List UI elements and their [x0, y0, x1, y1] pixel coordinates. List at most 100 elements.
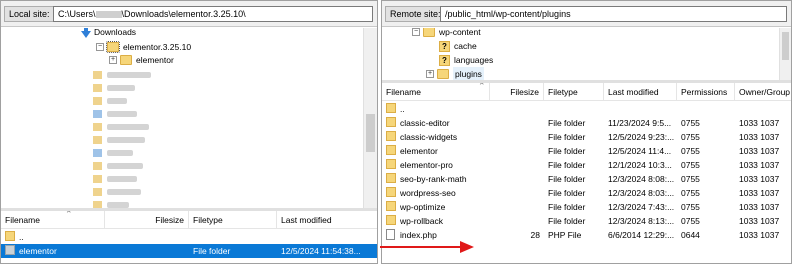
expand-toggle[interactable]: + — [109, 56, 117, 64]
local-list-header: Filename ⌃ Filesize Filetype Last modifi… — [1, 211, 377, 229]
unknown-folder-icon: ? — [439, 54, 450, 66]
list-item-permissions: 0755 — [681, 146, 700, 156]
list-item-type: File folder — [548, 174, 586, 184]
tree-item-elementor-root[interactable]: − elementor.3.25.10 — [96, 40, 191, 54]
list-item-owner: 1033 1037 — [739, 202, 780, 212]
redacted-folder — [93, 159, 143, 173]
list-item-name: wp-optimize — [400, 202, 446, 212]
list-item-name: elementor — [400, 146, 438, 156]
list-item-type: File folder — [548, 146, 586, 156]
scrollbar-thumb[interactable] — [366, 114, 375, 152]
list-item-modified: 12/3/2024 8:03:... — [608, 188, 675, 198]
list-item-permissions: 0755 — [681, 132, 700, 142]
list-item-type: File folder — [548, 202, 586, 212]
list-item-name: wp-rollback — [400, 216, 443, 226]
local-tree-scrollbar[interactable] — [363, 28, 377, 208]
list-item[interactable]: .. — [382, 102, 791, 116]
folder-icon — [386, 117, 396, 127]
list-item-type: File folder — [548, 132, 586, 142]
local-file-list: Filename ⌃ Filesize Filetype Last modifi… — [1, 211, 377, 263]
scrollbar-thumb[interactable] — [782, 32, 789, 60]
col-header-filetype[interactable]: Filetype — [189, 211, 277, 229]
list-item-elementor[interactable]: elementor File folder 12/5/2024 11:54:38… — [1, 244, 377, 258]
folder-icon — [386, 201, 396, 211]
list-item-permissions — [677, 102, 735, 116]
list-item[interactable]: seo-by-rank-math File folder 12/3/2024 8:0… — [382, 172, 791, 186]
list-item[interactable]: wp-optimize File folder 12/3/2024 7:43:...… — [382, 200, 791, 214]
list-item-name: seo-by-rank-math — [400, 174, 467, 184]
col-header-last-modified[interactable]: Last modified — [604, 83, 677, 101]
col-header-permissions[interactable]: Permissions — [677, 83, 735, 101]
redacted-folder — [93, 185, 141, 199]
list-item-owner: 1033 1037 — [739, 160, 780, 170]
list-item-modified: 12/5/2024 11:4... — [608, 146, 672, 156]
unknown-folder-icon: ? — [439, 40, 450, 52]
list-item-modified: 12/5/2024 11:54:38... — [281, 246, 361, 256]
list-item-parent[interactable]: .. — [1, 230, 377, 244]
list-item-size — [490, 158, 544, 172]
redacted-username — [95, 11, 122, 19]
collapse-toggle[interactable]: − — [412, 28, 420, 36]
list-item-modified: 12/3/2024 8:13:... — [608, 216, 675, 226]
list-item[interactable]: classic-widgets File folder 12/5/2024 9:23… — [382, 130, 791, 144]
tree-item-cache[interactable]: ? cache — [439, 39, 477, 53]
redacted-folder — [93, 198, 129, 208]
tree-label-downloads: Downloads — [94, 28, 137, 37]
col-header-last-modified[interactable]: Last modified — [277, 211, 377, 229]
local-site-bar: Local site: C:\Users\ \Downloads\elemento… — [1, 1, 377, 27]
list-item-permissions: 0755 — [681, 188, 700, 198]
list-item-name: elementor-pro — [400, 160, 453, 170]
list-item-name: classic-widgets — [400, 132, 458, 142]
tree-item-wp-content[interactable]: − wp-content — [412, 28, 481, 39]
list-item[interactable]: wp-rollback File folder 12/3/2024 8:13:...… — [382, 214, 791, 228]
list-item-owner — [735, 102, 791, 116]
expand-toggle[interactable]: + — [426, 70, 434, 78]
list-item[interactable]: classic-editor File folder 11/23/2024 9:5.… — [382, 116, 791, 130]
folder-icon — [437, 69, 449, 79]
download-arrow-icon — [81, 28, 91, 38]
tree-item-plugins[interactable]: + plugins — [426, 67, 484, 80]
tree-label-wp-content: wp-content — [439, 28, 481, 37]
folder-icon — [5, 245, 15, 255]
col-header-owner-group[interactable]: Owner/Group — [735, 83, 791, 101]
list-item[interactable]: elementor File folder 12/5/2024 11:4... 075… — [382, 144, 791, 158]
list-item-type: File folder — [548, 118, 586, 128]
col-header-filesize[interactable]: Filesize — [105, 211, 189, 229]
list-item-type — [544, 102, 604, 116]
col-header-filetype[interactable]: Filetype — [544, 83, 604, 101]
col-header-filesize[interactable]: Filesize — [490, 83, 544, 101]
list-item-size — [490, 172, 544, 186]
tree-item-languages[interactable]: ? languages — [439, 53, 493, 67]
list-item-type: PHP File — [548, 230, 582, 240]
list-item-owner: 1033 1037 — [739, 118, 780, 128]
local-path-input[interactable]: C:\Users\ \Downloads\elementor.3.25.10\ — [53, 6, 373, 22]
local-path-suffix: \Downloads\elementor.3.25.10\ — [121, 9, 246, 19]
list-item-type: File folder — [548, 188, 586, 198]
redacted-folder — [93, 107, 137, 121]
local-site-label: Local site: — [4, 6, 55, 22]
list-item-type: File folder — [548, 216, 586, 226]
tree-item-elementor[interactable]: + elementor — [109, 53, 174, 67]
remote-path-input[interactable]: /public_html/wp-content/plugins — [440, 6, 787, 22]
red-arrow-icon — [380, 241, 474, 253]
remote-tree-scrollbar[interactable] — [779, 28, 791, 80]
tree-label-elementor: elementor — [136, 55, 174, 65]
redacted-folder — [93, 68, 151, 82]
list-item-name: .. — [400, 104, 405, 114]
list-item-size — [490, 214, 544, 228]
list-item-permissions: 0644 — [681, 230, 700, 240]
tree-label-elementor-root: elementor.3.25.10 — [123, 42, 192, 52]
list-item-type: File folder — [548, 160, 586, 170]
col-header-filename[interactable]: Filename — [382, 83, 490, 101]
tree-label-cache: cache — [454, 41, 477, 51]
col-header-filename[interactable]: Filename — [1, 211, 105, 229]
collapse-toggle[interactable]: − — [96, 43, 104, 51]
list-item-size — [490, 116, 544, 130]
tree-item-downloads[interactable]: Downloads — [81, 28, 136, 39]
list-item[interactable]: wordpress-seo File folder 12/3/2024 8:03:.… — [382, 186, 791, 200]
list-item[interactable]: elementor-pro File folder 12/1/2024 10:3..… — [382, 158, 791, 172]
list-item-modified — [604, 102, 677, 116]
folder-icon — [386, 145, 396, 155]
list-item-permissions: 0755 — [681, 216, 700, 226]
list-item-permissions: 0755 — [681, 118, 700, 128]
